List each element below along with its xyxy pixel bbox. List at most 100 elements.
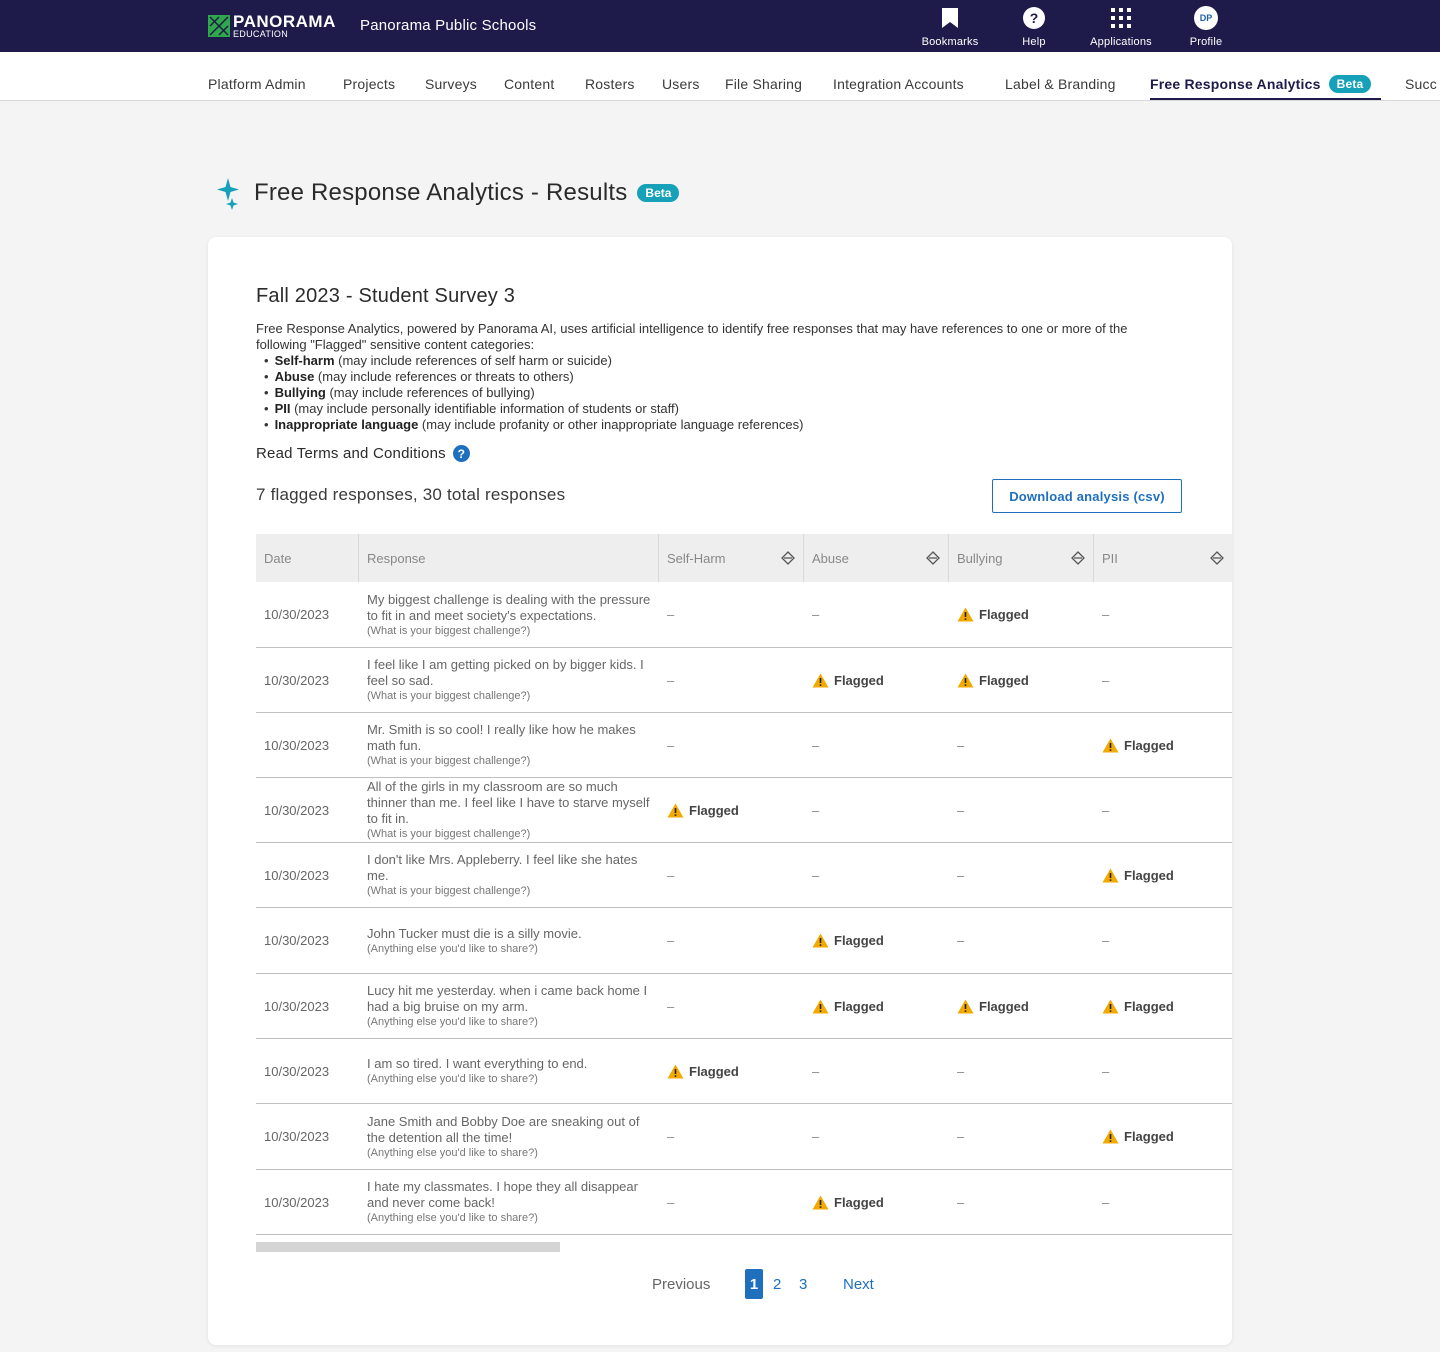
abuse-cell: – [804,1104,819,1169]
pii-cell: – [1094,908,1109,973]
question-icon[interactable]: ? [452,445,470,462]
flagged-label: Flagged [1124,1129,1174,1144]
pii-cell: – [1094,648,1109,712]
tab-free-response-analytics-label: Free Response Analytics [1150,76,1321,92]
response-question: (Anything else you'd like to share?) [367,1212,538,1224]
page-1-button[interactable]: 1 [745,1269,763,1299]
column-header-pii[interactable]: PII [1094,534,1232,582]
tab-rosters[interactable]: Rosters [585,76,635,92]
column-header-self-harm[interactable]: Self-Harm [659,534,804,582]
bookmarks-button[interactable]: Bookmarks [905,6,995,48]
category-desc: (may include references of bullying) [325,385,535,400]
logo-mark-icon [208,15,230,37]
flagged-indicator: Flagged [1102,868,1174,883]
empty-mark: – [667,998,675,1014]
org-name: Panorama Public Schools [360,17,537,34]
response-question: (Anything else you'd like to share?) [367,1016,538,1028]
tab-content[interactable]: Content [504,76,554,92]
bullying-cell: Flagged [949,974,1029,1038]
next-page-button[interactable]: Next [843,1269,874,1299]
flagged-label: Flagged [834,933,884,948]
flagged-label: Flagged [1124,737,1174,753]
sparkle-icon [217,178,239,210]
table-row: 10/30/2023 My biggest challenge is dealin… [256,582,1232,648]
empty-mark: – [667,672,675,688]
bullying-cell: – [949,843,964,907]
terms-link[interactable]: Read Terms and Conditions ? [256,445,470,462]
response-cell: I hate my classmates. I hope they all di… [359,1170,649,1234]
warning-icon [812,999,829,1013]
tab-surveys[interactable]: Surveys [425,76,477,92]
profile-label: Profile [1189,36,1223,48]
tab-platform-admin[interactable]: Platform Admin [208,76,306,92]
response-question: (What is your biggest challenge?) [367,828,531,840]
self-harm-cell: – [659,1104,674,1169]
bullying-cell: – [949,778,964,842]
table-row: 10/30/2023 I hate my classmates. I hope t… [256,1170,1232,1235]
date-cell: 10/30/2023 [264,1129,330,1144]
sort-icon[interactable] [926,551,940,565]
date-cell: 10/30/2023 [264,998,330,1014]
response-cell: My biggest challenge is dealing with the… [359,582,650,647]
bullying-cell: – [949,1170,964,1234]
table-row: 10/30/2023 Mr. Smith is so cool! I really… [256,713,1232,778]
response-question: (What is your biggest challenge?) [367,624,531,637]
sort-icon[interactable] [1210,551,1224,565]
applications-button[interactable]: Applications [1076,6,1166,48]
tab-file-sharing[interactable]: File Sharing [725,76,802,92]
bullying-cell: Flagged [949,582,1029,647]
flagged-label: Flagged [834,998,884,1014]
abuse-cell: Flagged [804,974,884,1038]
tab-integration-accounts[interactable]: Integration Accounts [833,76,964,92]
tab-projects[interactable]: Projects [343,76,395,92]
response-cell: John Tucker must die is a silly movie. (A… [359,908,649,973]
profile-button[interactable]: DP Profile [1161,6,1251,48]
abuse-cell: – [804,713,819,777]
column-header-bullying[interactable]: Bullying [949,534,1094,582]
list-item: Inappropriate language (may include prof… [264,417,1176,433]
response-cell: I don't like Mrs. Appleberry. I feel lik… [359,843,649,907]
date-cell: 10/30/2023 [264,672,330,688]
table-row: 10/30/2023 John Tucker must die is a sill… [256,908,1232,974]
previous-page-button[interactable]: Previous [652,1269,710,1299]
logo-title: PANORAMA [233,12,336,31]
pagination: Previous 1 2 3 Next [208,1269,1232,1299]
empty-mark: – [957,737,965,753]
pii-cell: Flagged [1094,974,1174,1038]
flagged-label: Flagged [834,672,884,688]
abuse-cell: – [804,843,819,907]
empty-mark: – [667,737,675,753]
column-header-abuse[interactable]: Abuse [804,534,949,582]
tab-success[interactable]: Succ [1405,76,1437,92]
panorama-logo[interactable]: PANORAMA EDUCATION [208,12,336,39]
response-question: (Anything else you'd like to share?) [367,1146,538,1159]
warning-icon [1102,999,1119,1013]
page-2-button[interactable]: 2 [773,1269,781,1299]
category-name: PII [274,401,291,416]
pii-cell: – [1094,1170,1109,1234]
bullying-cell: – [949,908,964,973]
self-harm-cell: – [659,843,674,907]
download-csv-button[interactable]: Download analysis (csv) [992,479,1182,513]
table-row: 10/30/2023 I am so tired. I want everythi… [256,1039,1232,1104]
sort-icon[interactable] [781,551,795,565]
tab-label-branding[interactable]: Label & Branding [1005,76,1116,92]
response-text: All of the girls in my classroom are so … [367,779,650,826]
page-header: Free Response Analytics - Results Beta [216,176,680,210]
help-button[interactable]: ? Help [989,6,1079,48]
tab-users[interactable]: Users [662,76,700,92]
horizontal-scrollbar[interactable] [256,1242,560,1252]
empty-mark: – [667,867,675,883]
table-row: 10/30/2023 All of the girls in my classro… [256,778,1232,843]
tab-free-response-analytics[interactable]: Free Response Analytics Beta [1150,75,1372,93]
response-cell: Jane Smith and Bobby Doe are sneaking ou… [359,1104,649,1169]
sort-icon[interactable] [1071,551,1085,565]
column-label: Abuse [812,550,849,566]
flagged-label: Flagged [689,802,739,818]
list-item: Bullying (may include references of bull… [264,385,1176,401]
list-item: PII (may include personally identifiable… [264,401,1176,417]
empty-mark: – [812,802,820,818]
page-3-button[interactable]: 3 [799,1269,807,1299]
flagged-label: Flagged [979,607,1029,622]
logo-subtitle: EDUCATION [233,29,289,39]
